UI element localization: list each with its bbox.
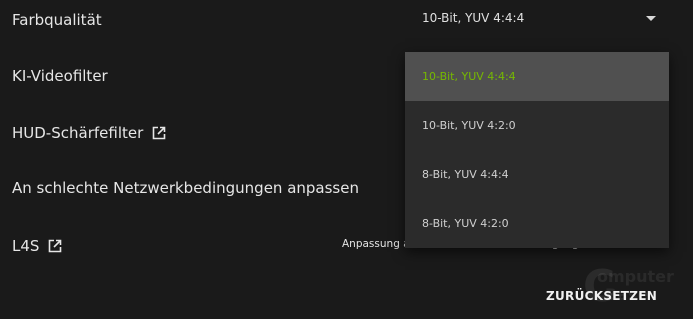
dropdown-option[interactable]: 10-Bit, YUV 4:2:0 xyxy=(405,101,669,150)
network-adapt-row: An schlechte Netzwerkbedingungen anpasse… xyxy=(12,179,359,197)
color-quality-label: Farbqualität xyxy=(12,11,102,29)
dropdown-option[interactable]: 10-Bit, YUV 4:4:4 xyxy=(405,52,669,101)
watermark-line2: Base xyxy=(605,285,649,304)
color-quality-row: Farbqualität xyxy=(12,11,102,29)
watermark-line1: omputer xyxy=(597,267,674,286)
watermark-logo: C omputer Base xyxy=(583,262,691,316)
l4s-row: L4S xyxy=(12,237,62,255)
color-quality-select-value[interactable]: 10-Bit, YUV 4:4:4 xyxy=(422,11,524,25)
dropdown-option[interactable]: 8-Bit, YUV 4:4:4 xyxy=(405,150,669,199)
hud-sharpness-label: HUD-Schärfefilter xyxy=(12,124,144,142)
chevron-down-icon[interactable] xyxy=(646,16,656,21)
video-filter-label: KI-Videofilter xyxy=(12,67,108,85)
external-link-icon[interactable] xyxy=(152,126,166,140)
settings-panel: Farbqualität 10-Bit, YUV 4:4:4 KI-Videof… xyxy=(0,0,693,319)
color-quality-dropdown-menu: 10-Bit, YUV 4:4:4 10-Bit, YUV 4:2:0 8-Bi… xyxy=(405,52,669,248)
dropdown-option[interactable]: 8-Bit, YUV 4:2:0 xyxy=(405,199,669,248)
network-adapt-label: An schlechte Netzwerkbedingungen anpasse… xyxy=(12,179,359,197)
hud-sharpness-row: HUD-Schärfefilter xyxy=(12,124,166,142)
l4s-label: L4S xyxy=(12,237,40,255)
external-link-icon[interactable] xyxy=(48,239,62,253)
video-filter-row: KI-Videofilter xyxy=(12,67,108,85)
